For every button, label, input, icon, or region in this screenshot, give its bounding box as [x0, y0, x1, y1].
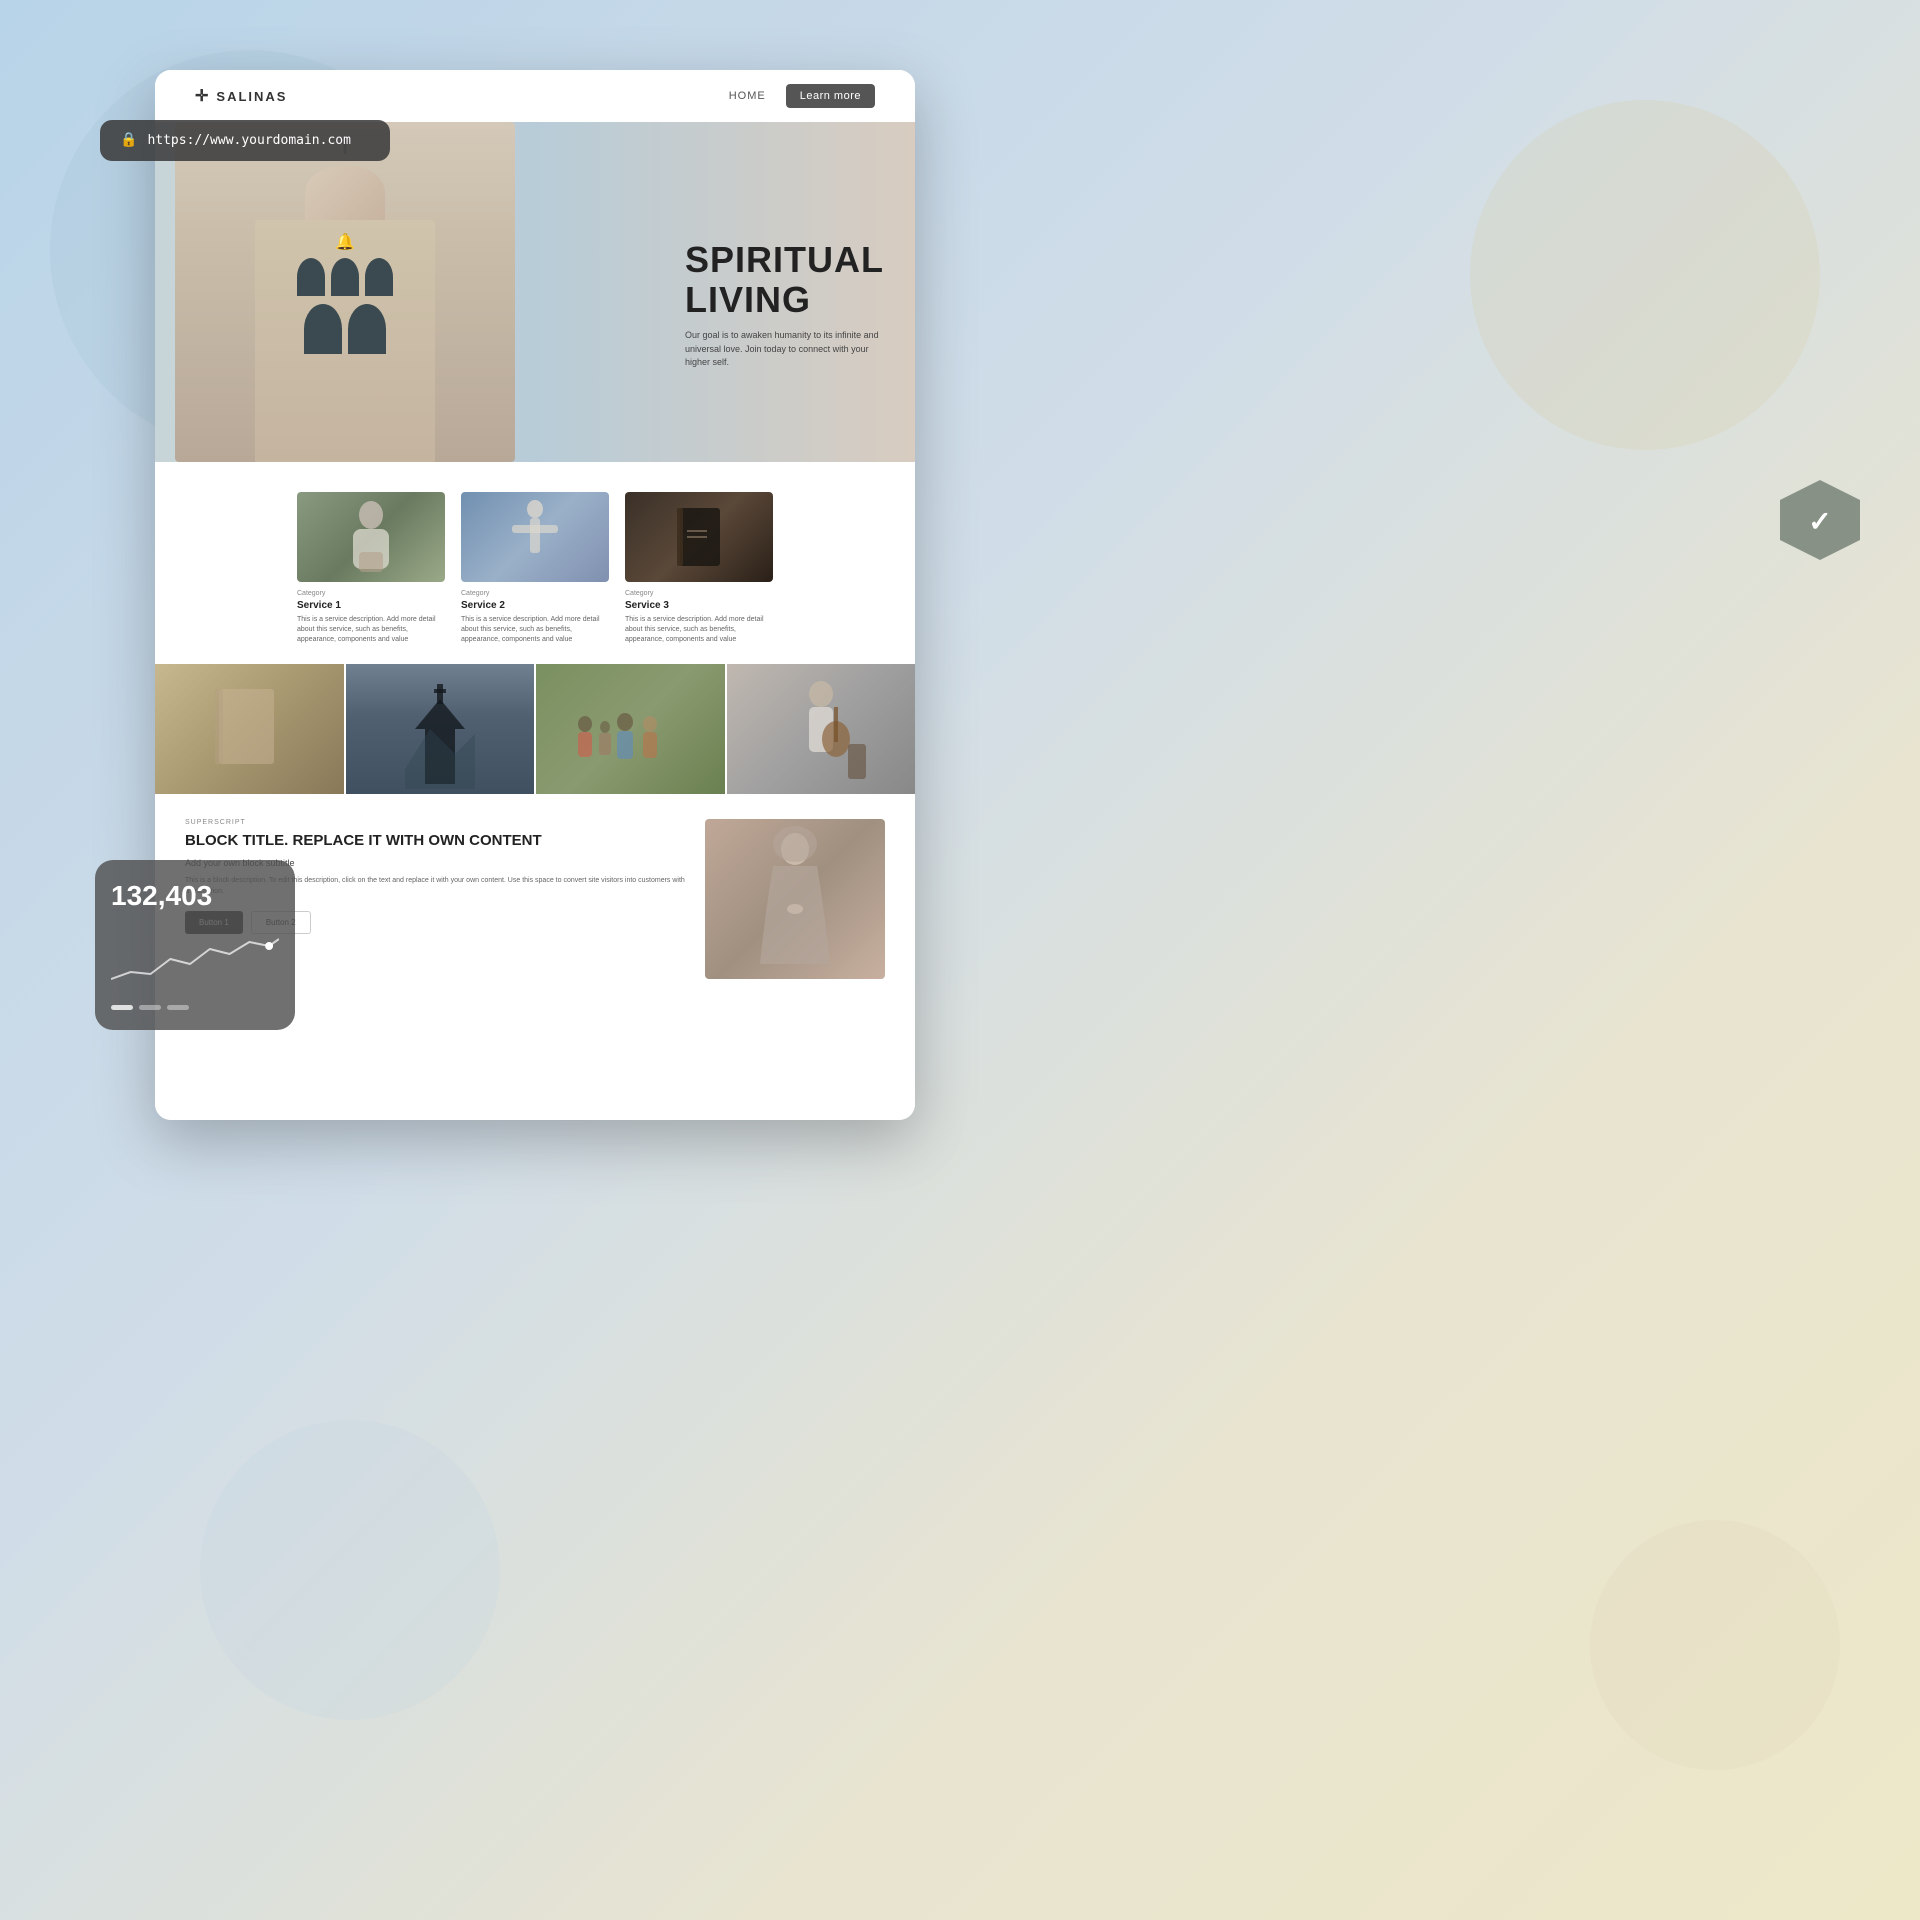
stats-number: 132,403: [111, 880, 279, 912]
service-desc-3: This is a service description. Add more …: [625, 615, 773, 644]
photo-bible: [155, 664, 344, 794]
bg-blob-2: [1470, 100, 1820, 450]
service-desc-1: This is a service description. Add more …: [297, 615, 445, 644]
hero-subtitle: Our goal is to awaken humanity to its in…: [685, 329, 885, 370]
site-navigation: ✛ SALINAS HOME Learn more: [155, 70, 915, 122]
arch: [331, 258, 359, 296]
church-dome: [305, 165, 385, 220]
service-image-1: [297, 492, 445, 582]
photo-family: [536, 664, 725, 794]
arch-large: [348, 304, 386, 354]
photo-guitar: [727, 664, 916, 794]
services-grid: Category Service 1 This is a service des…: [185, 492, 885, 644]
stats-dots: [111, 1005, 279, 1010]
service-card-1: Category Service 1 This is a service des…: [297, 492, 445, 644]
stats-chart: [111, 924, 279, 989]
service-card-3: Category Service 3 This is a service des…: [625, 492, 773, 644]
learn-more-button[interactable]: Learn more: [786, 84, 875, 108]
cross-logo-icon: ✛: [195, 86, 210, 106]
church-arches-bottom: [304, 304, 386, 354]
arch-large: [304, 304, 342, 354]
church-bell-icon: 🔔: [335, 232, 355, 252]
arch: [297, 258, 325, 296]
service-image-3: [625, 492, 773, 582]
service-title-1: Service 1: [297, 600, 445, 611]
lock-icon: 🔒: [120, 132, 137, 149]
service-image-2: [461, 492, 609, 582]
statue-image: [705, 819, 885, 979]
bottom-right: [705, 819, 885, 979]
url-bar: 🔒 https://www.yourdomain.com: [100, 120, 390, 161]
bg-blob-3: [200, 1420, 500, 1720]
service-title-3: Service 3: [625, 600, 773, 611]
service-category-1: Category: [297, 590, 445, 597]
service-card-2: Category Service 2 This is a service des…: [461, 492, 609, 644]
nav-right: HOME Learn more: [729, 84, 875, 108]
shield-check-icon: ✓: [1808, 505, 1831, 539]
church-arches-top: [297, 258, 393, 296]
bg-blob-4: [1590, 1520, 1840, 1770]
hero-text-block: SPIRITUAL LIVING Our goal is to awaken h…: [685, 240, 885, 370]
service-category-3: Category: [625, 590, 773, 597]
stats-dot: [139, 1005, 161, 1010]
church-tower-illustration: ✝ 🔔: [175, 122, 515, 462]
service-category-2: Category: [461, 590, 609, 597]
stats-dot: [111, 1005, 133, 1010]
logo-text: SALINAS: [216, 89, 287, 104]
site-logo: ✛ SALINAS: [195, 86, 287, 106]
services-section: Category Service 1 This is a service des…: [155, 462, 915, 664]
block-title: BLOCK TITLE. REPLACE IT WITH OWN CONTENT: [185, 832, 685, 850]
nav-home-link[interactable]: HOME: [729, 90, 766, 102]
url-text: https://www.yourdomain.com: [147, 133, 351, 148]
hero-section: ✝ 🔔: [155, 122, 915, 462]
service-desc-2: This is a service description. Add more …: [461, 615, 609, 644]
shield-badge: ✓: [1780, 480, 1860, 560]
church-body: 🔔: [255, 220, 435, 462]
photo-grid: [155, 664, 915, 794]
arch: [365, 258, 393, 296]
service-title-2: Service 2: [461, 600, 609, 611]
stats-widget: 132,403: [95, 860, 295, 1030]
stats-dot: [167, 1005, 189, 1010]
photo-church-dark: [346, 664, 535, 794]
church-image: ✝ 🔔: [175, 122, 515, 462]
superscript-label: SUPERSCRIPT: [185, 819, 685, 826]
hero-title: SPIRITUAL LIVING: [685, 240, 885, 319]
